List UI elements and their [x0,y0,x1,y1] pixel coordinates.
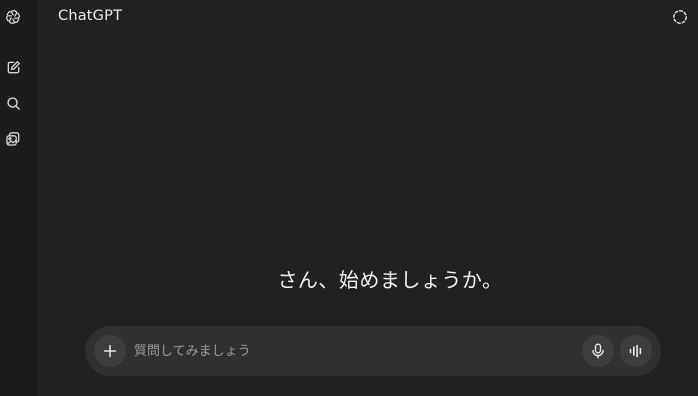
new-chat-icon [7,60,20,73]
plus-icon [103,344,117,358]
library-button[interactable] [3,129,23,149]
search-button[interactable] [3,93,23,113]
composer [85,326,661,376]
openai-logo-button[interactable] [3,7,23,27]
voice-mode-icon [629,344,642,358]
openai-logo-icon [6,10,20,24]
attach-button[interactable] [94,335,126,367]
voice-mode-button[interactable] [620,335,652,367]
prompt-input[interactable] [134,339,554,363]
app-title[interactable]: ChatGPT [58,8,122,24]
temporary-chat-icon [673,10,687,24]
dictate-button[interactable] [582,335,614,367]
library-icon [6,132,20,146]
new-chat-button[interactable] [3,57,23,77]
sidebar-rail [0,0,39,396]
search-icon [6,96,20,110]
greeting-heading: さん、始めましょうか。 [277,268,503,292]
temporary-chat-button[interactable] [671,8,689,26]
microphone-icon [592,343,604,359]
